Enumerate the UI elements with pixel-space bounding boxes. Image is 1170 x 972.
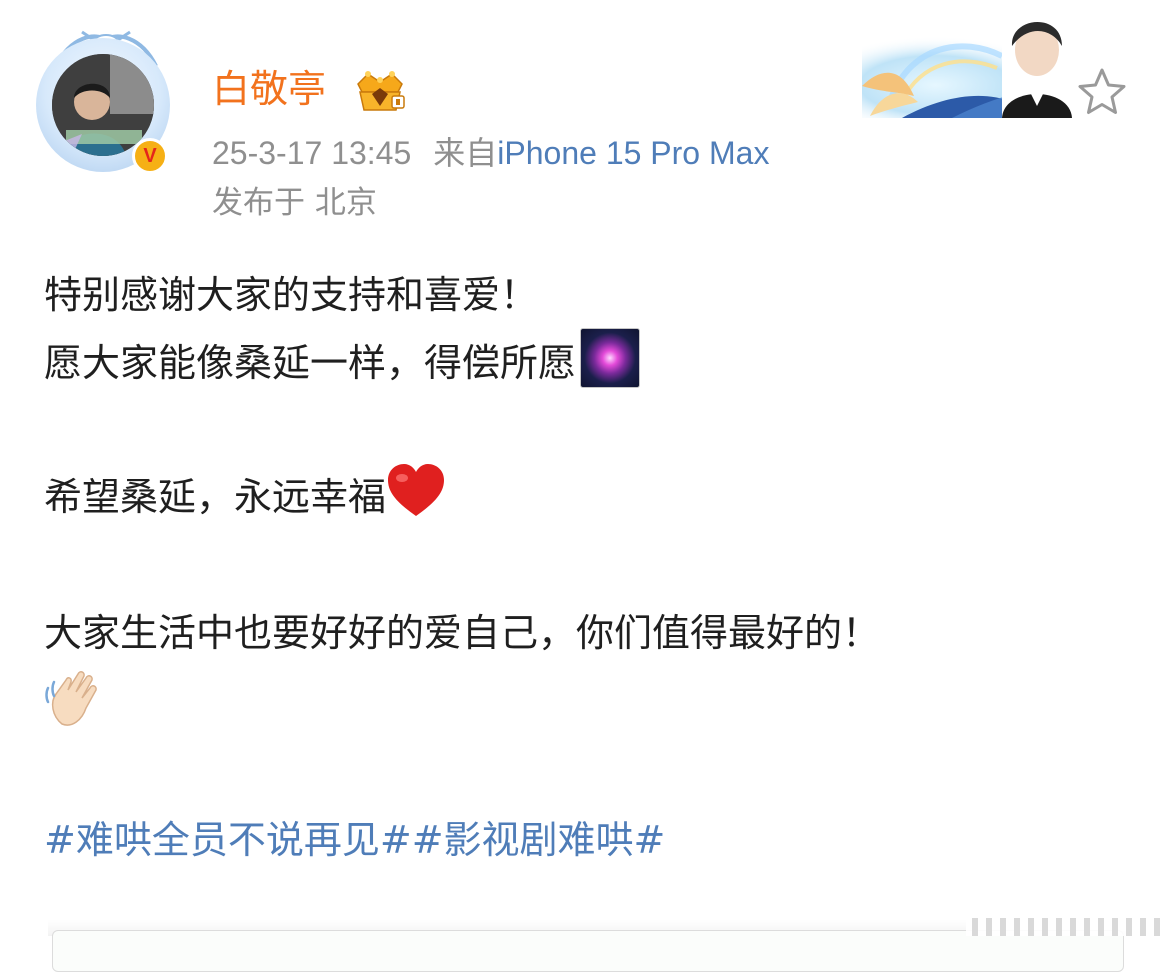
embedded-card[interactable] [52,930,1124,972]
character-portrait [1002,6,1072,118]
author-name[interactable]: 白敬亭 [212,64,326,114]
post-text-line: 特别感谢大家的支持和喜爱！ [44,262,880,328]
post-text: 愿大家能像桑延一样，得偿所愿 [44,341,577,385]
hashtag-link[interactable]: #影视剧难哄# [412,818,666,862]
post-text-line: 大家生活中也要好好的爱自己，你们值得最好的！ [44,600,880,666]
fireworks-emoji-icon [580,328,641,388]
post-location: 发布于 北京 [212,185,377,221]
crown-icon[interactable] [352,66,408,114]
post-text-line: 希望桑延，永远幸福 [44,464,880,530]
post-device-link[interactable]: iPhone 15 Pro Max [497,135,769,171]
post-meta: 25-3-17 13:45 来自iPhone 15 Pro Max [212,132,769,174]
image-strip-indicator-icon [966,916,1166,936]
post-text: 希望桑延，永远幸福 [44,475,387,519]
verified-badge-icon: V [132,138,168,174]
post-timestamp: 25-3-17 13:45 [212,135,412,171]
profile-card-decoration[interactable] [862,6,1072,118]
post-text-line: 愿大家能像桑延一样，得偿所愿 [44,328,880,394]
star-icon[interactable] [1074,64,1130,120]
post-source-label: 来自 [433,134,498,172]
hashtag-list: #难哄全员不说再见##影视剧难哄# [44,810,665,870]
post-content: 特别感谢大家的支持和喜爱！ 愿大家能像桑延一样，得偿所愿 希望桑延，永远幸福 大… [44,262,880,730]
post-text: 大家生活中也要好好的爱自己，你们值得最好的！ [44,611,881,655]
post-text: 特别感谢大家的支持和喜爱！ [44,273,539,317]
author-avatar[interactable]: V [36,28,176,174]
hashtag-link[interactable]: #难哄全员不说再见# [44,818,412,862]
waving-hand-emoji-icon [45,671,97,726]
red-heart-emoji-icon [388,464,445,516]
